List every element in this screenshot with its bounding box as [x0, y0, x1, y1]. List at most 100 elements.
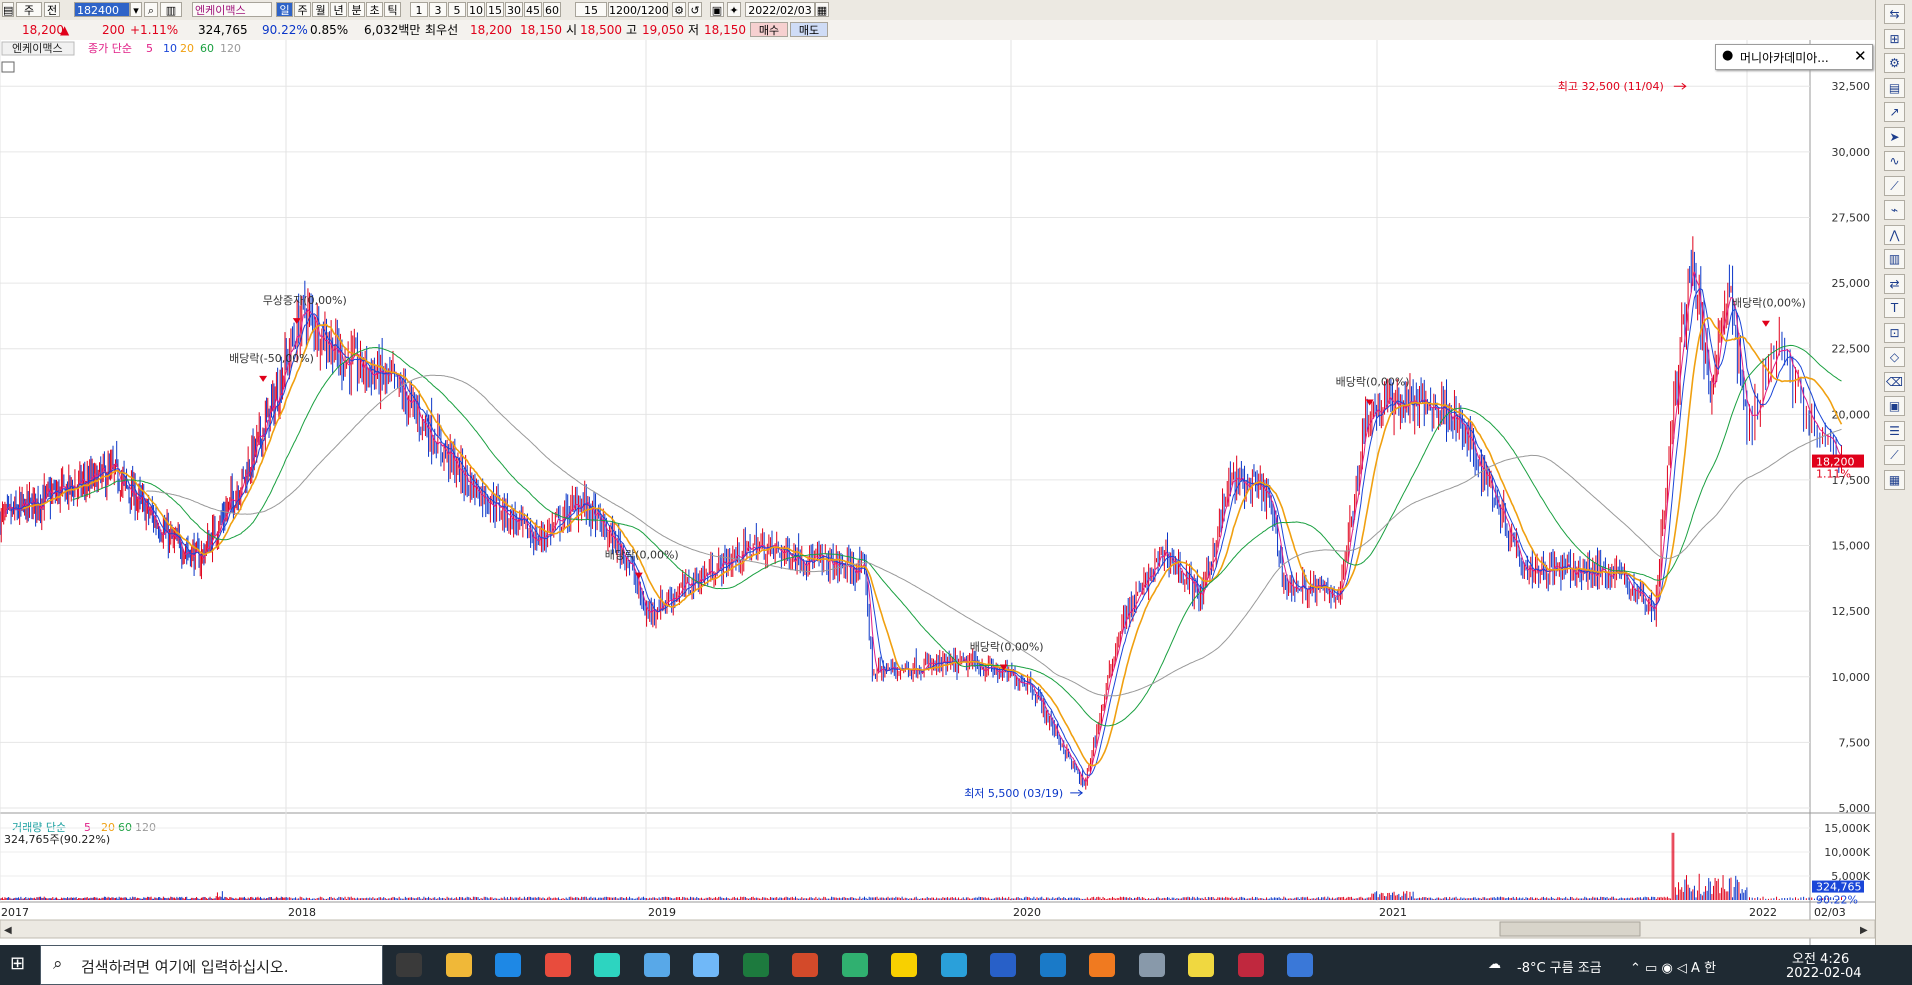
close-icon[interactable]: ✕	[1854, 47, 1867, 65]
app-icon-2[interactable]	[643, 953, 670, 977]
code-input[interactable]: 182400	[74, 2, 130, 17]
y-tick-label: 12,500	[1832, 605, 1871, 618]
buy-button[interactable]: 매수	[750, 22, 788, 37]
interval-button-0[interactable]: 1	[410, 2, 428, 17]
weather-text[interactable]: -8°C 구름 조금	[1517, 957, 1602, 976]
eraser-icon[interactable]: ⌫	[1884, 371, 1905, 392]
frame-icon[interactable]: ▣	[1884, 396, 1905, 416]
period-button-2[interactable]: 월	[312, 2, 329, 17]
scrollbar-thumb[interactable]	[1499, 921, 1641, 937]
scroll-right-icon[interactable]: ▶	[1860, 925, 1868, 936]
sell-button[interactable]: 매도	[790, 22, 828, 37]
swap-icon[interactable]: ⇆	[1884, 4, 1905, 24]
interval-button-1[interactable]: 3	[429, 2, 447, 17]
search-icon[interactable]: ⌕	[144, 2, 158, 17]
text-icon[interactable]: T	[1884, 298, 1905, 318]
period-button-0[interactable]: 일	[276, 2, 293, 17]
cursor-icon[interactable]: ➤	[1884, 126, 1905, 147]
period-button-6[interactable]: 틱	[384, 2, 401, 17]
tray-icons[interactable]: ⌃ ▭ ◉ ◁ A 한	[1630, 957, 1716, 976]
volume-ratio: 90.22%	[262, 23, 308, 37]
price-chart[interactable]: 5,0007,50010,00012,50015,00017,50020,000…	[0, 40, 1875, 945]
dividend-annotation: 무상증자(0,00%)	[263, 294, 347, 307]
windows-start-icon[interactable]: ⊞	[10, 953, 25, 974]
chart-background	[0, 40, 1875, 945]
candle-icon[interactable]: ▥	[1884, 249, 1905, 269]
app-icon-7[interactable]	[1237, 953, 1264, 977]
task-view-icon[interactable]	[396, 953, 422, 977]
y-tick-label: 25,000	[1832, 277, 1871, 290]
interval-button-2[interactable]: 5	[448, 2, 466, 17]
interval-button-5[interactable]: 30	[505, 2, 523, 17]
clock-date[interactable]: 2022-02-04	[1786, 966, 1862, 981]
chat-icon: ●	[1722, 48, 1734, 63]
date-input[interactable]: 2022/02/03	[745, 2, 815, 17]
app-icon-6[interactable]	[1188, 953, 1214, 977]
legend-ma-10: 10	[163, 42, 177, 55]
gear-icon[interactable]: ✦	[727, 2, 741, 17]
save-icon[interactable]: ▣	[710, 2, 724, 17]
market-select[interactable]: 주	[16, 2, 42, 17]
taskbar-search[interactable]: ⌕ 검색하려면 여기에 입력하십시오.	[40, 945, 383, 985]
box-icon[interactable]: ⊡	[1884, 322, 1905, 343]
kakaotalk-icon[interactable]	[891, 953, 917, 977]
interval-button-6[interactable]: 45	[524, 2, 542, 17]
low-price: 18,150	[704, 23, 746, 37]
legend-stock-name: 엔케이맥스	[12, 42, 63, 55]
excel-icon[interactable]	[742, 953, 769, 977]
notification-popup[interactable]: ● 머니아카데미아... ✕	[1715, 44, 1873, 70]
trend-icon[interactable]: ↗	[1884, 102, 1905, 122]
app-icon-4[interactable]	[841, 953, 868, 977]
stock-name[interactable]: 엔케이맥스	[192, 2, 272, 17]
interval-value[interactable]: 15	[575, 2, 607, 17]
line-icon[interactable]: ⟋	[1884, 175, 1905, 196]
wave-icon[interactable]: ∿	[1884, 151, 1905, 171]
refresh-icon[interactable]: ↺	[688, 2, 702, 17]
app-icon[interactable]	[594, 953, 620, 977]
interval-button-3[interactable]: 10	[467, 2, 485, 17]
menu-icon[interactable]: ▤	[2, 2, 14, 17]
vscode-icon[interactable]	[1039, 953, 1066, 977]
table-icon[interactable]: ▦	[1884, 469, 1905, 490]
exchange-icon[interactable]: ⇄	[1884, 273, 1905, 294]
peak-icon[interactable]: ⋀	[1884, 224, 1905, 245]
high-price: 19,050	[642, 23, 684, 37]
telegram-icon[interactable]	[940, 953, 967, 977]
app-icon-3[interactable]	[693, 953, 719, 977]
interval-button-7[interactable]: 60	[543, 2, 561, 17]
period-button-1[interactable]: 주	[294, 2, 311, 17]
grid-icon[interactable]: ⊞	[1884, 28, 1905, 49]
volume-current-pct: 90.22%	[1816, 894, 1858, 907]
count-display[interactable]: 1200/1200	[608, 2, 669, 17]
period-button-5[interactable]: 초	[366, 2, 383, 17]
mode-select[interactable]: 전	[44, 2, 60, 17]
app-icon-5[interactable]	[1138, 953, 1165, 977]
auto-icon[interactable]: ⌁	[1884, 200, 1905, 220]
volume-value: 324,765	[198, 23, 248, 37]
gear-icon[interactable]: ⚙	[1884, 53, 1905, 73]
app-icon-8[interactable]	[1287, 953, 1313, 977]
chart-icon[interactable]: ▥	[160, 2, 182, 17]
interval-button-4[interactable]: 15	[486, 2, 504, 17]
dropdown-icon[interactable]: ▾	[130, 2, 142, 17]
legend-price-label: 종가 단순	[88, 42, 132, 55]
legend-ma-60: 60	[200, 42, 214, 55]
word-icon[interactable]	[990, 953, 1016, 977]
file-explorer-icon[interactable]	[445, 953, 472, 977]
list-icon[interactable]: ▤	[1884, 77, 1905, 98]
chrome-icon[interactable]	[544, 953, 571, 977]
edge-icon[interactable]	[495, 953, 521, 977]
powerpoint-icon[interactable]	[792, 953, 818, 977]
diamond-icon[interactable]: ◇	[1884, 347, 1905, 367]
tool-icon[interactable]: ⚙	[672, 2, 686, 17]
menu-icon[interactable]: ☰	[1884, 420, 1905, 441]
scroll-left-icon[interactable]: ◀	[4, 925, 12, 936]
calendar-icon[interactable]: ▦	[815, 2, 829, 17]
x-tick-label: 2020	[1013, 906, 1041, 919]
clock-time[interactable]: 오전 4:26	[1792, 948, 1849, 967]
period-button-4[interactable]: 분	[348, 2, 365, 17]
period-button-3[interactable]: 년	[330, 2, 347, 17]
weather-icon[interactable]: ☁	[1488, 957, 1501, 972]
firefox-icon[interactable]	[1089, 953, 1115, 977]
draw-icon[interactable]: ⟋	[1884, 445, 1905, 465]
